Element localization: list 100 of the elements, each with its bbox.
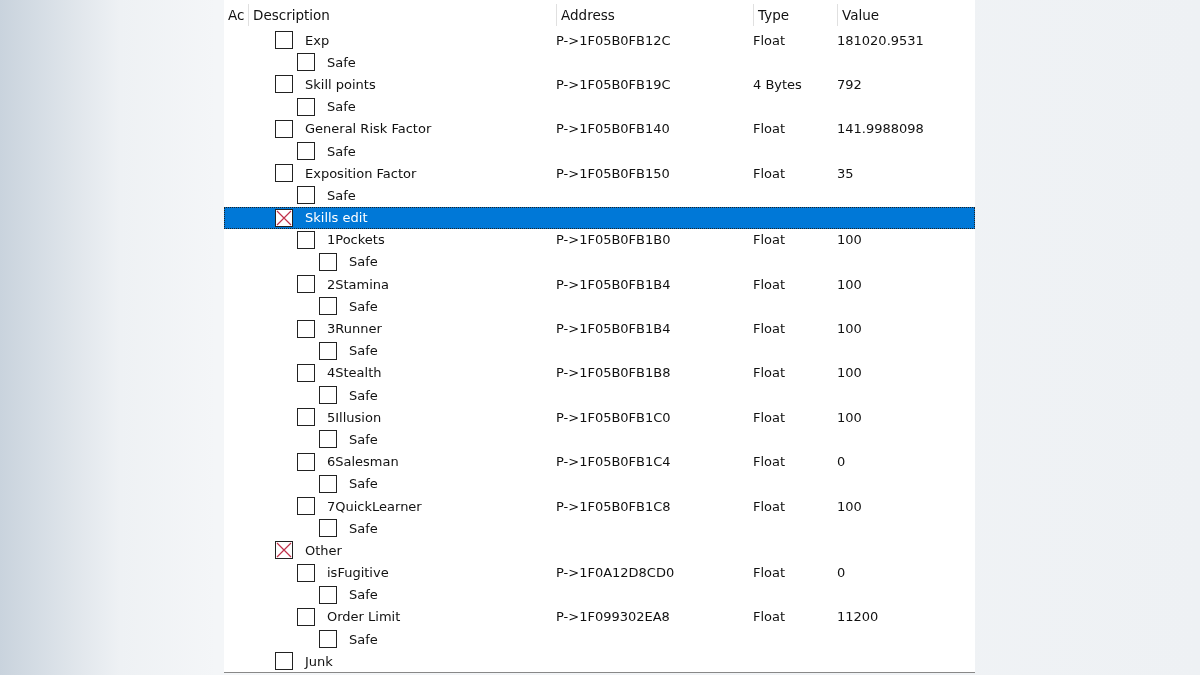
checkbox[interactable] bbox=[297, 230, 315, 249]
description-label: Safe bbox=[327, 143, 356, 159]
checkbox[interactable] bbox=[319, 341, 337, 360]
address-cell: P->1F05B0FB150 bbox=[556, 165, 670, 181]
value-cell: 0 bbox=[837, 565, 846, 581]
checkbox[interactable] bbox=[297, 142, 315, 161]
checkbox[interactable] bbox=[319, 630, 337, 649]
description-label: General Risk Factor bbox=[305, 121, 432, 137]
tree-row[interactable]: 3Runner P->1F05B0FB1B4 Float 100 bbox=[224, 317, 975, 340]
tree-row[interactable]: 6Salesman P->1F05B0FB1C4 Float 0 bbox=[224, 450, 975, 473]
address-cell: P->1F05B0FB1B0 bbox=[556, 232, 671, 248]
tree-row[interactable]: Safe bbox=[224, 628, 975, 651]
type-cell: Float bbox=[753, 609, 786, 625]
checkbox[interactable] bbox=[275, 31, 293, 50]
tree-row[interactable]: Skill points P->1F05B0FB19C 4 Bytes 792 bbox=[224, 73, 975, 96]
checkbox[interactable] bbox=[297, 97, 315, 116]
value-cell: 100 bbox=[837, 321, 862, 337]
value-cell: 100 bbox=[837, 409, 862, 425]
description-label: Safe bbox=[349, 298, 378, 314]
tree-row[interactable]: Safe bbox=[224, 384, 975, 407]
checkbox[interactable] bbox=[297, 497, 315, 516]
description-label: Safe bbox=[327, 99, 356, 115]
type-cell: Float bbox=[753, 32, 786, 48]
value-cell: 181020.9531 bbox=[837, 32, 924, 48]
checkbox[interactable] bbox=[297, 363, 315, 382]
tree-row[interactable]: Order Limit P->1F099302EA8 Float 11200 bbox=[224, 605, 975, 629]
description-label: Other bbox=[305, 542, 342, 558]
tree-row[interactable]: Safe bbox=[224, 339, 975, 362]
tree-row[interactable]: Safe bbox=[224, 583, 975, 606]
checkbox[interactable] bbox=[297, 563, 315, 582]
address-cell: P->1F099302EA8 bbox=[556, 609, 670, 625]
type-cell: Float bbox=[753, 276, 786, 292]
checkbox[interactable] bbox=[275, 119, 293, 138]
type-cell: Float bbox=[753, 565, 786, 581]
tree-row[interactable]: 5Illusion P->1F05B0FB1C0 Float 100 bbox=[224, 406, 975, 429]
description-label: Exposition Factor bbox=[305, 165, 417, 181]
tree-row[interactable]: Safe bbox=[224, 95, 975, 118]
address-cell: P->1F05B0FB19C bbox=[556, 76, 671, 92]
description-label: 7QuickLearner bbox=[327, 498, 422, 514]
tree-row[interactable]: Safe bbox=[224, 517, 975, 540]
checkbox[interactable] bbox=[319, 386, 337, 405]
checkbox[interactable] bbox=[297, 452, 315, 471]
description-label: Order Limit bbox=[327, 609, 401, 625]
checkbox[interactable] bbox=[297, 275, 315, 294]
description-label: Skill points bbox=[305, 76, 376, 92]
description-label: Safe bbox=[349, 254, 378, 270]
tree-row[interactable]: Safe bbox=[224, 139, 975, 163]
tree-row[interactable]: 4Stealth P->1F05B0FB1B8 Float 100 bbox=[224, 361, 975, 384]
column-header[interactable]: Value bbox=[837, 3, 975, 26]
checkbox[interactable] bbox=[319, 585, 337, 604]
checkbox[interactable] bbox=[319, 252, 337, 271]
checkbox[interactable] bbox=[297, 319, 315, 338]
checkbox[interactable] bbox=[275, 541, 293, 560]
tree-row[interactable]: Safe bbox=[224, 428, 975, 451]
checkbox[interactable] bbox=[297, 607, 315, 626]
checkbox[interactable] bbox=[297, 186, 315, 205]
checkbox[interactable] bbox=[319, 519, 337, 538]
value-cell: 100 bbox=[837, 498, 862, 514]
checkbox[interactable] bbox=[275, 652, 293, 671]
checkbox[interactable] bbox=[275, 208, 293, 227]
type-cell: Float bbox=[753, 454, 786, 470]
description-label: Safe bbox=[349, 520, 378, 536]
tree-row[interactable]: General Risk Factor P->1F05B0FB140 Float 141.9988098 bbox=[224, 117, 975, 140]
tree-row[interactable]: Safe bbox=[224, 250, 975, 274]
type-cell: Float bbox=[753, 498, 786, 514]
checkbox[interactable] bbox=[319, 297, 337, 316]
tree-row[interactable]: 7QuickLearner P->1F05B0FB1C8 Float 100 bbox=[224, 494, 975, 518]
checkbox[interactable] bbox=[297, 408, 315, 427]
type-cell: Float bbox=[753, 321, 786, 337]
tree-row[interactable]: Skills edit bbox=[224, 206, 975, 229]
address-cell: P->1F05B0FB12C bbox=[556, 32, 671, 48]
checkbox[interactable] bbox=[319, 474, 337, 493]
tree-row[interactable]: Safe bbox=[224, 184, 975, 207]
description-label: Exp bbox=[305, 32, 330, 48]
value-cell: 100 bbox=[837, 365, 862, 381]
tree-row[interactable]: Safe bbox=[224, 51, 975, 74]
column-header[interactable]: Description bbox=[248, 3, 556, 26]
column-header[interactable]: Address bbox=[556, 3, 753, 26]
address-cell: P->1F05B0FB1C8 bbox=[556, 498, 671, 514]
type-cell: Float bbox=[753, 121, 786, 137]
value-cell: 35 bbox=[837, 165, 854, 181]
column-header[interactable]: Type bbox=[753, 3, 837, 26]
checkbox[interactable] bbox=[275, 164, 293, 183]
tree-row[interactable]: Other bbox=[224, 539, 975, 562]
checkbox[interactable] bbox=[297, 53, 315, 72]
tree-row[interactable]: 2Stamina P->1F05B0FB1B4 Float 100 bbox=[224, 273, 975, 296]
tree-row[interactable]: Exposition Factor P->1F05B0FB150 Float 35 bbox=[224, 162, 975, 185]
description-label: 4Stealth bbox=[327, 365, 382, 381]
tree-row[interactable]: Exp P->1F05B0FB12C Float 181020.9531 bbox=[224, 29, 975, 52]
value-cell: 792 bbox=[837, 76, 862, 92]
tree-row[interactable]: Junk bbox=[224, 650, 975, 673]
checkbox[interactable] bbox=[275, 75, 293, 94]
checkbox[interactable] bbox=[319, 430, 337, 449]
tree-row[interactable]: Safe bbox=[224, 472, 975, 495]
description-label: 2Stamina bbox=[327, 276, 390, 292]
value-cell: 141.9988098 bbox=[837, 121, 924, 137]
tree-row[interactable]: 1Pockets P->1F05B0FB1B0 Float 100 bbox=[224, 228, 975, 251]
tree-row[interactable]: isFugitive P->1F0A12D8CD0 Float 0 bbox=[224, 561, 975, 584]
tree-row[interactable]: Safe bbox=[224, 295, 975, 318]
column-header[interactable]: Ac bbox=[224, 3, 248, 26]
